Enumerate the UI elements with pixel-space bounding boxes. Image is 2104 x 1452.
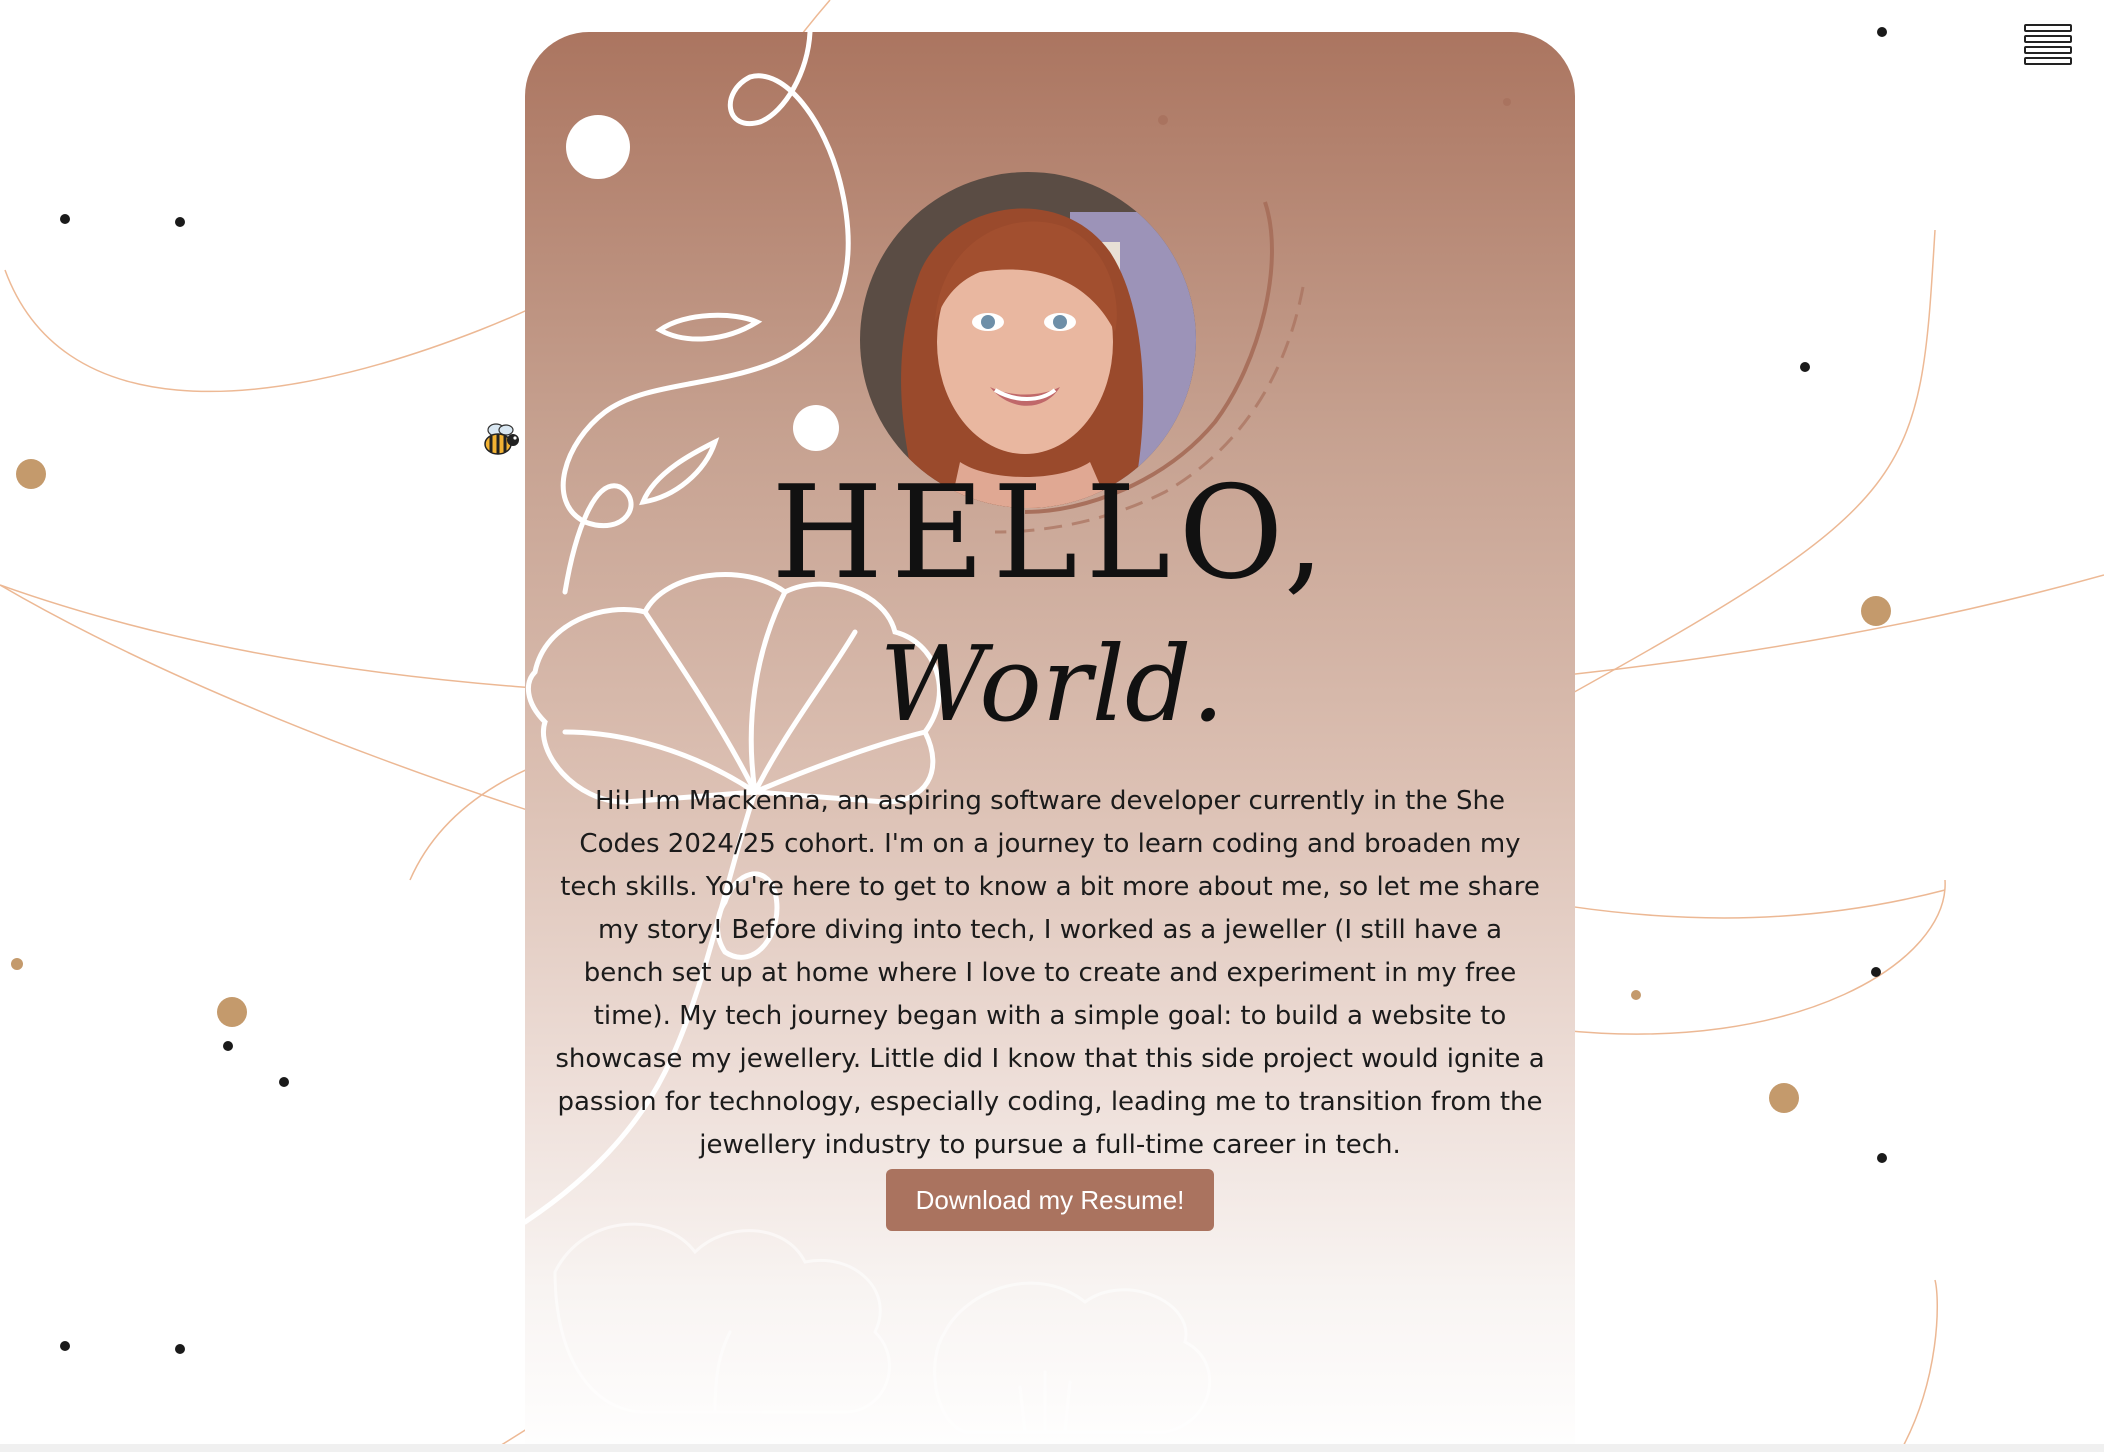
profile-photo (860, 172, 1196, 508)
profile-photo-illustration (860, 172, 1196, 508)
hero-subtitle: World. (879, 623, 1225, 745)
menu-bar (2024, 24, 2072, 32)
window-bottom-edge (0, 1444, 2104, 1452)
menu-bar (2024, 57, 2072, 65)
page: HELLO, World. Hi! I'm Mackenna, an aspir… (0, 0, 2104, 1452)
menu-bar (2024, 35, 2072, 43)
hero-bio: Hi! I'm Mackenna, an aspiring software d… (555, 786, 1545, 1160)
download-resume-button[interactable]: Download my Resume! (886, 1169, 1214, 1231)
bee-icon (484, 423, 519, 455)
hero-greeting: HELLO, (771, 459, 1333, 608)
menu-bar (2024, 46, 2072, 54)
hamburger-menu-icon[interactable] (2024, 24, 2072, 70)
